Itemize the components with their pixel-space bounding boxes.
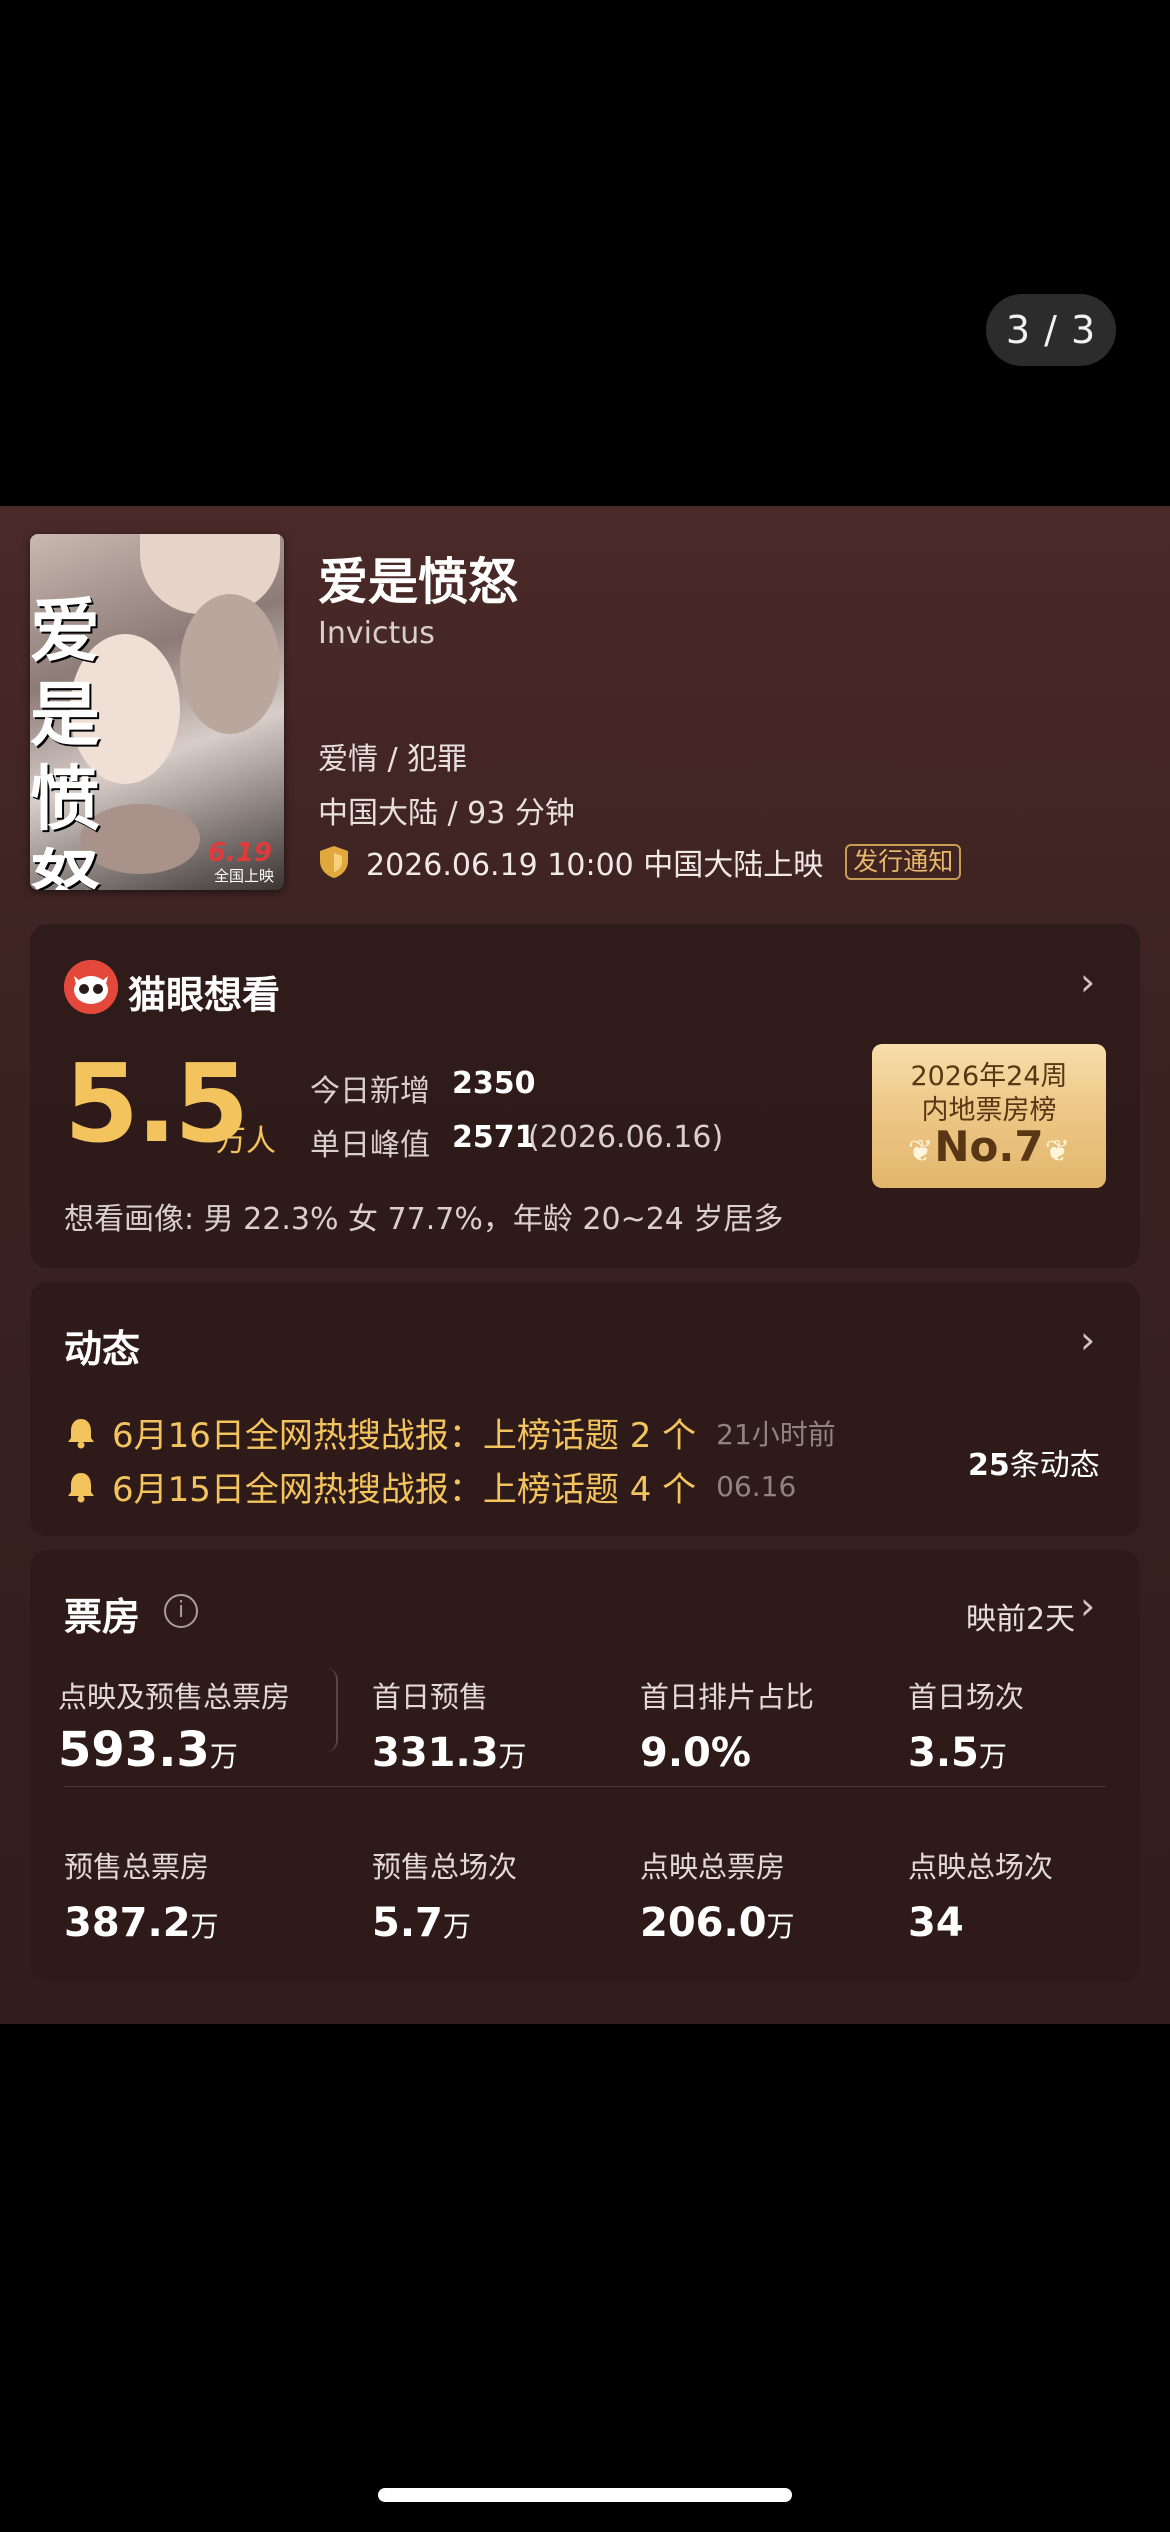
chevron-right-icon[interactable]: › xyxy=(1080,960,1095,1004)
page-counter: 3 / 3 xyxy=(986,294,1116,366)
stat-label: 预售总票房 xyxy=(64,1850,210,1884)
poster-figure xyxy=(180,594,280,734)
today-new-label: 今日新增 xyxy=(310,1074,430,1109)
news-count[interactable]: 25条动态 xyxy=(968,1440,1100,1484)
news-item-text: 6月16日全网热搜战报：上榜话题 2 个 xyxy=(112,1416,697,1456)
stat-unit: 万 xyxy=(978,1740,1007,1773)
box-office-title: 票房 xyxy=(64,1595,141,1639)
movie-region-duration: 中国大陆 / 93 分钟 xyxy=(318,796,575,831)
chevron-right-icon[interactable]: › xyxy=(1080,1584,1095,1628)
poster-title: 爱是愤怒 xyxy=(30,589,100,890)
stat-number: 593.3 xyxy=(58,1722,210,1778)
stat-label: 点映总票房 xyxy=(640,1850,786,1884)
stat-value: 34 xyxy=(908,1900,964,1946)
daily-peak-label: 单日峰值 xyxy=(310,1128,430,1163)
stat-value: 9.0% xyxy=(640,1730,751,1776)
home-indicator[interactable] xyxy=(378,2488,792,2502)
bell-icon xyxy=(68,1472,94,1502)
release-date: 2026.06.19 10:00 中国大陆上映 xyxy=(366,848,824,883)
stat-unit: 万 xyxy=(442,1910,471,1943)
stat-unit: 万 xyxy=(498,1740,527,1773)
stat-unit: 万 xyxy=(209,1740,238,1773)
today-new-value: 2350 xyxy=(452,1066,536,1101)
stat-number: 9.0% xyxy=(640,1730,751,1776)
stat-value: 387.2万 xyxy=(64,1900,219,1946)
stat-number: 206.0 xyxy=(640,1900,767,1946)
release-notice-button[interactable]: 发行通知 xyxy=(845,844,962,880)
movie-english-title: Invictus xyxy=(318,616,435,651)
stat-value: 3.5万 xyxy=(908,1730,1007,1776)
rank-number: No.7 xyxy=(934,1122,1044,1171)
news-count-label: 条动态 xyxy=(1009,1448,1100,1483)
release-info: 2026.06.19 10:00 中国大陆上映 发行通知 xyxy=(318,840,962,884)
news-title: 动态 xyxy=(64,1327,141,1371)
daily-peak-date: (2026.06.16) xyxy=(528,1120,724,1155)
bell-icon xyxy=(68,1418,94,1448)
news-item-time: 21小时前 xyxy=(716,1417,836,1451)
stat-number: 34 xyxy=(908,1900,964,1946)
movie-genre: 爱情 / 犯罪 xyxy=(318,742,468,777)
want-to-see-title: 猫眼想看 xyxy=(128,973,281,1017)
stat-label: 首日预售 xyxy=(372,1680,489,1714)
poster-date: 6.19 xyxy=(207,838,272,868)
movie-detail-panel: 爱是愤怒 6.19 全国上映 爱是愤怒 Invictus 爱情 / 犯罪 中国大… xyxy=(0,506,1170,2024)
chevron-right-icon[interactable]: › xyxy=(1080,1318,1095,1362)
want-to-see-card[interactable]: 猫眼想看 › 5.5 万人 今日新增 2350 单日峰值 2571 (2026.… xyxy=(30,924,1140,1268)
stat-value: 331.3万 xyxy=(372,1730,527,1776)
news-item-time: 06.16 xyxy=(716,1470,797,1503)
stat-number: 3.5 xyxy=(908,1730,979,1776)
stat-value: 5.7万 xyxy=(372,1900,471,1946)
poster-caption: 全国上映 xyxy=(213,867,274,885)
stat-number: 331.3 xyxy=(372,1730,499,1776)
shield-icon xyxy=(320,846,348,878)
daily-peak-value: 2571 xyxy=(452,1120,536,1155)
info-icon[interactable]: i xyxy=(164,1594,198,1628)
news-count-value: 25 xyxy=(968,1448,1010,1483)
news-card[interactable]: 动态 › 6月16日全网热搜战报：上榜话题 2 个 21小时前 6月15日全网热… xyxy=(30,1282,1140,1536)
stat-value: 206.0万 xyxy=(640,1900,795,1946)
stat-label: 点映及预售总票房 xyxy=(58,1680,291,1714)
laurel-right-icon: ❦ xyxy=(1044,1134,1070,1169)
news-item-text: 6月15日全网热搜战报：上榜话题 4 个 xyxy=(112,1470,697,1510)
box-office-rank-badge[interactable]: 2026年24周 内地票房榜 ❦ No.7 ❦ xyxy=(872,1044,1106,1188)
days-before-release: 映前2天 xyxy=(966,1602,1076,1637)
news-item[interactable]: 6月16日全网热搜战报：上榜话题 2 个 21小时前 xyxy=(64,1408,836,1457)
bracket-divider xyxy=(326,1668,338,1752)
stat-label: 首日排片占比 xyxy=(640,1680,815,1714)
audience-profile: 想看画像: 男 22.3% 女 77.7%，年龄 20~24 岁居多 xyxy=(64,1202,784,1237)
movie-poster[interactable]: 爱是愤怒 6.19 全国上映 xyxy=(30,534,284,890)
news-item[interactable]: 6月15日全网热搜战报：上榜话题 4 个 06.16 xyxy=(64,1462,796,1511)
cat-eye-icon xyxy=(64,960,118,1014)
stat-number: 5.7 xyxy=(372,1900,443,1946)
want-count-unit: 万人 xyxy=(216,1124,276,1159)
stat-unit: 万 xyxy=(190,1910,219,1943)
stat-label: 点映总场次 xyxy=(908,1850,1054,1884)
stat-unit: 万 xyxy=(766,1910,795,1943)
stat-label: 预售总场次 xyxy=(372,1850,518,1884)
box-office-card[interactable]: 票房 i 映前2天 › 点映及预售总票房 593.3万 首日预售 331.3万 … xyxy=(30,1550,1140,1982)
stat-number: 387.2 xyxy=(64,1900,191,1946)
stat-label: 首日场次 xyxy=(908,1680,1025,1714)
divider xyxy=(64,1786,1106,1787)
stat-value: 593.3万 xyxy=(58,1722,238,1778)
movie-title: 爱是愤怒 xyxy=(318,553,518,611)
